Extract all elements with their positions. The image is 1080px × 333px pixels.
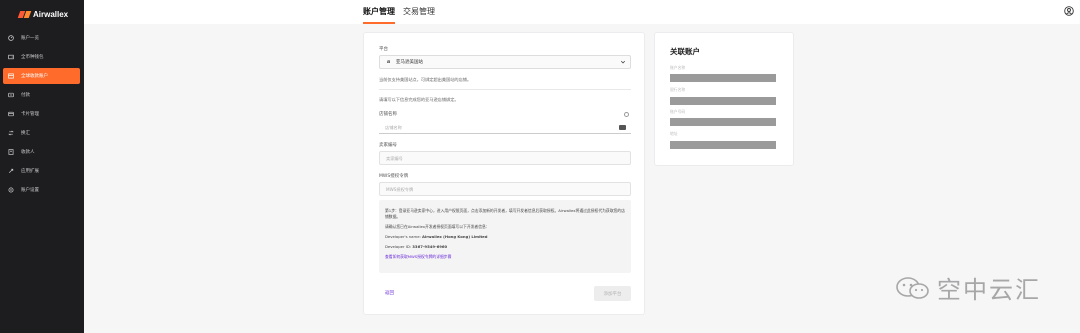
sidebar-item-label: 账户设置 bbox=[21, 188, 39, 193]
amazon-logo-icon: a bbox=[387, 59, 390, 65]
account-name-label: 账户名称 bbox=[670, 65, 686, 70]
sidebar-item-exchange[interactable]: 换汇 bbox=[3, 125, 80, 141]
sidebar-nav: 账户一览 全币种钱包 全球收款账户 付款 卡片管理 换汇 收款人 应用扩展 账户… bbox=[0, 30, 84, 198]
id-card-icon bbox=[619, 125, 626, 130]
seller-id-input[interactable]: 卖家编号 bbox=[379, 151, 631, 165]
info-step-text: 第1步：登录亚马逊卖家中心，进入用户权限页面，点击添加新的开发者，填写开发者信息… bbox=[385, 208, 625, 219]
tab-transaction-management[interactable]: 交易管理 bbox=[403, 0, 435, 24]
settings-icon bbox=[8, 187, 14, 193]
account-number-label: 账户号码 bbox=[670, 109, 686, 114]
store-name-label: 店铺名称 bbox=[379, 112, 397, 117]
developer-info-box: 第1步：登录亚马逊卖家中心，进入用户权限页面，点击添加新的开发者，填写开发者信息… bbox=[379, 200, 631, 273]
bank-name-redacted bbox=[670, 97, 776, 105]
tab-account-management[interactable]: 账户管理 bbox=[363, 0, 395, 24]
store-name-placeholder: 店铺名称 bbox=[385, 125, 402, 130]
developer-name-label: Developer's name: bbox=[385, 234, 421, 239]
sidebar-item-payments[interactable]: 付款 bbox=[3, 87, 80, 103]
developer-id-label: Developer ID: bbox=[385, 244, 412, 249]
address-label: 地址 bbox=[670, 131, 678, 136]
watermark-text: 空中云汇 bbox=[937, 276, 1041, 304]
developer-id-value: 3367-9549-6960 bbox=[412, 244, 448, 249]
airwallex-logo-mark bbox=[19, 11, 30, 18]
mws-token-input[interactable]: MWS授权令牌 bbox=[379, 182, 631, 196]
section-divider bbox=[379, 89, 631, 90]
store-name-input[interactable]: 店铺名称 bbox=[379, 121, 631, 134]
platform-label: 平台 bbox=[379, 47, 388, 52]
payment-icon bbox=[8, 92, 14, 98]
sidebar-item-label: 应用扩展 bbox=[21, 169, 39, 174]
user-profile-icon[interactable] bbox=[1064, 6, 1074, 16]
developer-id-row: Developer ID: 3367-9549-6960 bbox=[385, 244, 625, 250]
sidebar-item-dashboard[interactable]: 账户一览 bbox=[3, 30, 80, 46]
platform-select-value: 亚马逊美国站 bbox=[396, 60, 423, 65]
page-tabs: 账户管理 交易管理 bbox=[363, 0, 435, 24]
sidebar-item-label: 付款 bbox=[21, 93, 30, 98]
exchange-icon bbox=[8, 130, 14, 136]
platform-select[interactable]: a 亚马逊美国站 bbox=[379, 55, 631, 69]
bank-icon bbox=[8, 73, 14, 79]
wallet-icon bbox=[8, 54, 14, 60]
seller-id-placeholder: 卖家编号 bbox=[386, 156, 403, 161]
account-name-redacted bbox=[670, 74, 776, 82]
sidebar-item-label: 收款人 bbox=[21, 150, 35, 155]
linked-account-title: 关联账户 bbox=[670, 47, 700, 56]
developer-name-value: Airwallex (Hong Kong) Limited bbox=[422, 234, 488, 239]
sidebar-item-label: 全球收款账户 bbox=[21, 74, 48, 79]
sidebar-item-label: 卡片管理 bbox=[21, 112, 39, 117]
sidebar-item-settings[interactable]: 账户设置 bbox=[3, 182, 80, 198]
sidebar: Airwallex 账户一览 全币种钱包 全球收款账户 付款 卡片管理 换汇 收… bbox=[0, 0, 84, 333]
sidebar-item-apps[interactable]: 应用扩展 bbox=[3, 163, 80, 179]
sidebar-item-cards[interactable]: 卡片管理 bbox=[3, 106, 80, 122]
contacts-icon bbox=[8, 149, 14, 155]
dashboard-icon bbox=[8, 35, 14, 41]
account-number-redacted bbox=[670, 118, 776, 126]
developer-name-row: Developer's name: Airwallex (Hong Kong) … bbox=[385, 234, 625, 240]
mws-token-placeholder: MWS授权令牌 bbox=[386, 187, 414, 192]
plugin-icon bbox=[8, 168, 14, 174]
info-confirm-text: 请确认您已在Airwallex开发者授权页面填写以下开发者信息： bbox=[385, 224, 490, 229]
sidebar-item-wallet[interactable]: 全币种钱包 bbox=[3, 49, 80, 65]
seller-id-label: 卖家编号 bbox=[379, 143, 397, 148]
form-instruction: 请填写以下信息完成您的亚马逊店铺绑定。 bbox=[379, 97, 459, 102]
logo-text: Airwallex bbox=[33, 9, 69, 19]
sidebar-item-label: 账户一览 bbox=[21, 36, 39, 41]
help-icon[interactable] bbox=[624, 112, 629, 117]
sidebar-item-payees[interactable]: 收款人 bbox=[3, 144, 80, 160]
back-button[interactable]: 返回 bbox=[385, 290, 394, 296]
bank-name-label: 银行名称 bbox=[670, 87, 686, 92]
linked-account-card: 关联账户 账户名称 银行名称 账户号码 地址 bbox=[654, 32, 794, 166]
platform-note: 当前仅支持美国站点，可绑定超出美国站的店铺。 bbox=[379, 77, 472, 82]
add-platform-form: 平台 a 亚马逊美国站 当前仅支持美国站点，可绑定超出美国站的店铺。 请填写以下… bbox=[363, 32, 645, 315]
sidebar-item-global-accounts[interactable]: 全球收款账户 bbox=[3, 68, 80, 84]
card-icon bbox=[8, 111, 14, 117]
sidebar-item-label: 全币种钱包 bbox=[21, 55, 44, 60]
wechat-icon bbox=[896, 276, 929, 299]
sidebar-item-label: 换汇 bbox=[21, 131, 30, 136]
add-platform-button[interactable]: 添加平台 bbox=[594, 286, 631, 301]
wechat-watermark: 空中云汇 bbox=[895, 270, 1041, 305]
top-bar: 账户管理 交易管理 bbox=[84, 0, 1080, 24]
mws-token-label: MWS授权令牌 bbox=[379, 174, 409, 179]
mws-help-link[interactable]: 查看如何获取MWS授权令牌的详细步骤 bbox=[385, 254, 451, 259]
airwallex-logo[interactable]: Airwallex bbox=[0, 0, 84, 22]
address-redacted bbox=[670, 141, 776, 149]
chevron-down-icon bbox=[620, 60, 626, 64]
